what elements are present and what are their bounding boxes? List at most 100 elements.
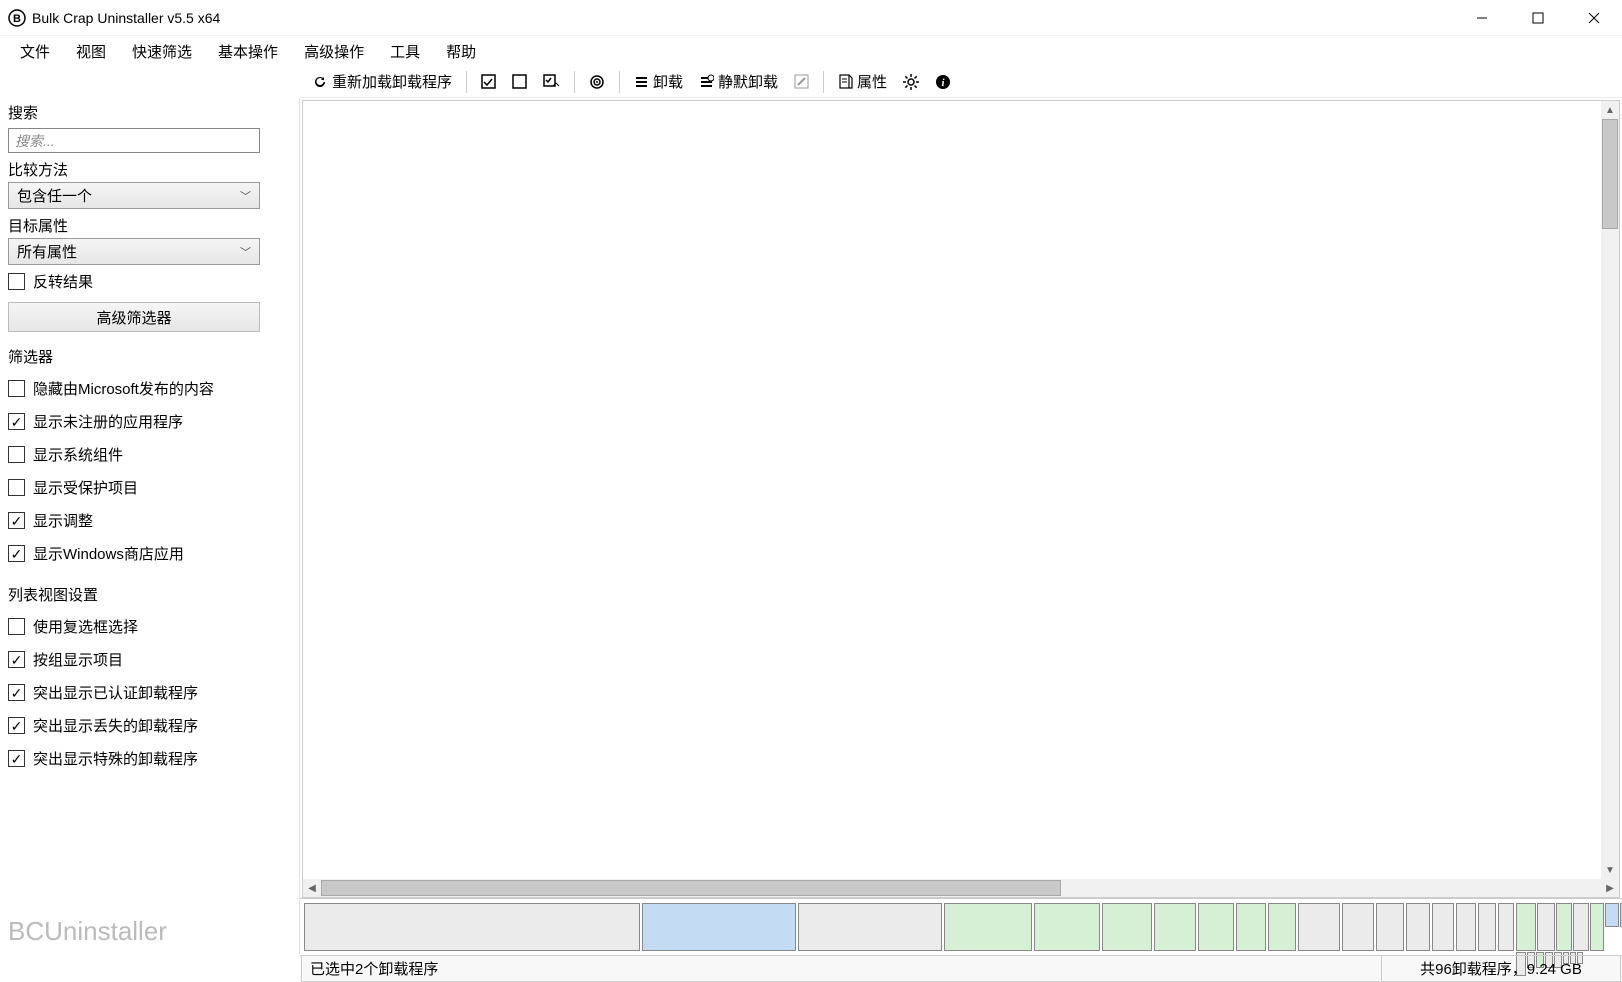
invert-checkbox[interactable] bbox=[8, 273, 25, 290]
horizontal-scrollbar[interactable]: ◀ ▶ bbox=[303, 879, 1619, 897]
vscroll-thumb[interactable] bbox=[1602, 119, 1618, 229]
filter-checkbox-0[interactable] bbox=[8, 380, 25, 397]
compare-label: 比较方法 bbox=[8, 159, 291, 180]
chevron-down-icon: ﹀ bbox=[240, 188, 251, 204]
treemap-block[interactable] bbox=[1268, 903, 1296, 951]
search-input[interactable] bbox=[8, 128, 260, 153]
filter-checkbox-4[interactable]: ✓ bbox=[8, 512, 25, 529]
treemap-block[interactable] bbox=[1342, 903, 1374, 951]
filter-label-5: 显示Windows商店应用 bbox=[33, 543, 184, 564]
hscroll-thumb[interactable] bbox=[321, 880, 1061, 896]
scroll-up-icon[interactable]: ▲ bbox=[1601, 101, 1619, 119]
list-area[interactable]: ▲ ▼ ◀ ▶ bbox=[302, 100, 1620, 898]
reload-button[interactable]: 重新加载卸载程序 bbox=[306, 68, 458, 95]
scroll-right-icon[interactable]: ▶ bbox=[1601, 879, 1619, 897]
silent-uninstall-button[interactable]: 静默卸载 bbox=[693, 68, 784, 95]
close-button[interactable] bbox=[1566, 0, 1622, 35]
listview-checkbox-3[interactable]: ✓ bbox=[8, 717, 25, 734]
target-icon bbox=[589, 74, 605, 90]
filters-panel-title: 筛选器 bbox=[0, 342, 299, 369]
treemap-block[interactable] bbox=[944, 903, 1032, 951]
treemap-block[interactable] bbox=[1102, 903, 1152, 951]
settings-button[interactable] bbox=[897, 71, 925, 93]
app-icon: B bbox=[8, 9, 26, 27]
menu-advanced[interactable]: 高级操作 bbox=[292, 37, 376, 66]
toolbar: 重新加载卸载程序 卸载 静默卸载 属性 bbox=[300, 66, 1622, 98]
treemap-block[interactable] bbox=[1556, 903, 1572, 951]
modify-icon bbox=[794, 74, 809, 89]
compare-value: 包含任一个 bbox=[17, 185, 92, 206]
chevron-down-icon: ﹀ bbox=[240, 244, 251, 260]
status-selected: 已选中2个卸载程序 bbox=[301, 955, 1379, 982]
treemap-block[interactable] bbox=[1537, 903, 1555, 951]
treemap-block[interactable] bbox=[1432, 903, 1454, 951]
invert-label: 反转结果 bbox=[33, 271, 93, 292]
filter-checkbox-5[interactable]: ✓ bbox=[8, 545, 25, 562]
window-title: Bulk Crap Uninstaller v5.5 x64 bbox=[32, 10, 220, 26]
treemap-block[interactable] bbox=[642, 903, 796, 951]
treemap-block[interactable] bbox=[304, 903, 640, 951]
vertical-scrollbar[interactable]: ▲ ▼ bbox=[1601, 101, 1619, 879]
filter-checkbox-3[interactable] bbox=[8, 479, 25, 496]
treemap-block[interactable] bbox=[1406, 903, 1430, 951]
treemap-block[interactable] bbox=[1456, 903, 1476, 951]
menu-view[interactable]: 视图 bbox=[64, 37, 118, 66]
target-combo[interactable]: 所有属性 ﹀ bbox=[8, 238, 260, 265]
maximize-button[interactable] bbox=[1510, 0, 1566, 35]
treemap-block[interactable] bbox=[1154, 903, 1196, 951]
treemap-block[interactable] bbox=[1478, 903, 1496, 951]
watermark: BCUninstaller bbox=[0, 916, 299, 955]
advanced-filter-button[interactable]: 高级筛选器 bbox=[8, 302, 260, 332]
listview-label-0: 使用复选框选择 bbox=[33, 616, 138, 637]
silent-label: 静默卸载 bbox=[718, 71, 778, 92]
compare-combo[interactable]: 包含任一个 ﹀ bbox=[8, 182, 260, 209]
listview-label-1: 按组显示项目 bbox=[33, 649, 123, 670]
treemap-block[interactable] bbox=[1198, 903, 1234, 951]
listview-label-3: 突出显示丢失的卸载程序 bbox=[33, 715, 198, 736]
target-label: 目标属性 bbox=[8, 215, 291, 236]
listview-panel-title: 列表视图设置 bbox=[0, 580, 299, 607]
listview-checkbox-1[interactable]: ✓ bbox=[8, 651, 25, 668]
sidebar: 搜索 比较方法 包含任一个 ﹀ 目标属性 所有属性 ﹀ 反转结果 高级筛选器 筛… bbox=[0, 98, 300, 955]
menu-tools[interactable]: 工具 bbox=[378, 37, 432, 66]
menu-basic[interactable]: 基本操作 bbox=[206, 37, 290, 66]
treemap[interactable] bbox=[300, 899, 1622, 955]
treemap-block[interactable] bbox=[798, 903, 942, 951]
treemap-block[interactable] bbox=[1498, 903, 1514, 951]
uncheck-all-button[interactable] bbox=[506, 71, 533, 92]
listview-checkbox-2[interactable]: ✓ bbox=[8, 684, 25, 701]
treemap-block[interactable] bbox=[1376, 903, 1404, 951]
scroll-left-icon[interactable]: ◀ bbox=[303, 879, 321, 897]
target-button[interactable] bbox=[583, 71, 611, 93]
toggle-check-button[interactable] bbox=[537, 71, 566, 92]
modify-button[interactable] bbox=[788, 71, 815, 92]
window-controls bbox=[1454, 0, 1622, 35]
treemap-block[interactable] bbox=[1605, 903, 1619, 927]
check-all-button[interactable] bbox=[475, 71, 502, 92]
scroll-down-icon[interactable]: ▼ bbox=[1601, 861, 1619, 879]
menu-file[interactable]: 文件 bbox=[8, 37, 62, 66]
treemap-block[interactable] bbox=[1590, 903, 1604, 951]
filter-checkbox-2[interactable] bbox=[8, 446, 25, 463]
treemap-block[interactable] bbox=[1236, 903, 1266, 951]
minimize-button[interactable] bbox=[1454, 0, 1510, 35]
filter-checkbox-1[interactable]: ✓ bbox=[8, 413, 25, 430]
uninstall-label: 卸载 bbox=[653, 71, 683, 92]
target-value: 所有属性 bbox=[17, 241, 77, 262]
menu-quickfilter[interactable]: 快速筛选 bbox=[120, 37, 204, 66]
properties-button[interactable]: 属性 bbox=[832, 68, 893, 95]
treemap-block[interactable] bbox=[1516, 903, 1536, 951]
titlebar: B Bulk Crap Uninstaller v5.5 x64 bbox=[0, 0, 1622, 36]
filter-label-1: 显示未注册的应用程序 bbox=[33, 411, 183, 432]
treemap-block[interactable] bbox=[1298, 903, 1340, 951]
treemap-block[interactable] bbox=[1034, 903, 1100, 951]
search-panel-title: 搜索 bbox=[0, 98, 299, 125]
listview-label-2: 突出显示已认证卸载程序 bbox=[33, 682, 198, 703]
listview-checkbox-4[interactable]: ✓ bbox=[8, 750, 25, 767]
menu-help[interactable]: 帮助 bbox=[434, 37, 488, 66]
listview-checkbox-0[interactable] bbox=[8, 618, 25, 635]
uninstall-button[interactable]: 卸载 bbox=[628, 68, 689, 95]
statusbar: 已选中2个卸载程序 共96卸载程序，9.24 GB bbox=[300, 955, 1622, 980]
info-button[interactable]: i bbox=[929, 71, 957, 93]
treemap-block[interactable] bbox=[1573, 903, 1589, 951]
